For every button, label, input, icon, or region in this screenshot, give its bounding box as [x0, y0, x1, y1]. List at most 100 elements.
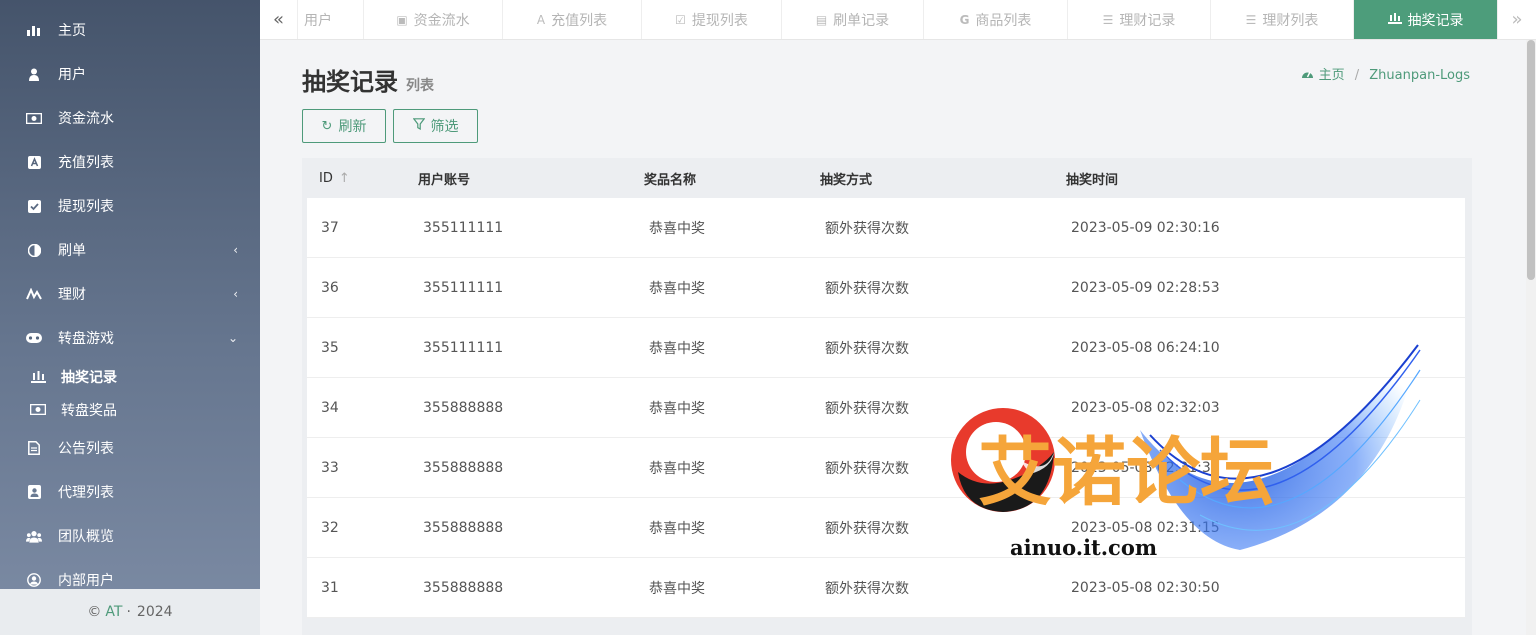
gamepad-icon	[26, 330, 42, 346]
page-title: 抽奖记录 列表	[302, 62, 434, 97]
sidebar-item-users[interactable]: 用户	[0, 52, 260, 96]
footer-year: 2024	[136, 604, 173, 620]
breadcrumb-separator: /	[1354, 68, 1360, 83]
tab-label: 用户	[304, 12, 332, 29]
tab-label: 理财记录	[1119, 12, 1176, 29]
tab-order-records[interactable]: ▤ 刷单记录	[782, 0, 924, 39]
cell-method: 额外获得次数	[825, 280, 909, 297]
tab-withdraw[interactable]: ☑ 提现列表	[642, 0, 782, 39]
table-row[interactable]: 36 355111111 恭喜中奖 额外获得次数 2023-05-09 02:2…	[307, 258, 1465, 318]
refresh-button[interactable]: ↻ 刷新	[302, 109, 386, 143]
tab-label: 理财列表	[1262, 12, 1319, 29]
tab-scroll-right-button[interactable]: »	[1498, 0, 1536, 39]
cell-prize: 恭喜中奖	[649, 580, 705, 597]
cell-account: 355888888	[423, 459, 504, 476]
table-row[interactable]: 34 355888888 恭喜中奖 额外获得次数 2023-05-08 02:3…	[307, 378, 1465, 438]
sidebar-item-orders[interactable]: 刷单 ‹	[0, 228, 260, 272]
tab-label: 提现列表	[691, 12, 748, 29]
sidebar-item-finance[interactable]: 理财 ‹	[0, 272, 260, 316]
tab-label: 资金流水	[413, 12, 470, 29]
chevron-left-icon: ‹	[233, 287, 238, 301]
column-header-id[interactable]: ID ↑	[302, 171, 418, 186]
sidebar-subitem-lottery-logs[interactable]: 抽奖记录	[0, 360, 260, 393]
bar-chart-icon	[26, 22, 42, 38]
tab-cashflow[interactable]: ▣ 资金流水	[364, 0, 503, 39]
sidebar-item-label: 公告列表	[58, 441, 114, 457]
list-icon: ☰	[1102, 12, 1114, 27]
table-row[interactable]: 32 355888888 恭喜中奖 额外获得次数 2023-05-08 02:3…	[307, 498, 1465, 558]
cell-time: 2023-05-08 06:24:10	[1071, 339, 1220, 356]
sidebar-item-team[interactable]: 团队概览	[0, 514, 260, 558]
user-circle-icon	[26, 572, 42, 588]
sort-arrow-icon: ↑	[338, 170, 350, 186]
cell-time: 2023-05-09 02:30:16	[1071, 219, 1220, 236]
cell-account: 355888888	[423, 519, 504, 536]
sidebar-item-label: 充值列表	[58, 155, 114, 171]
table-row[interactable]: 37 355111111 恭喜中奖 额外获得次数 2023-05-09 02:3…	[307, 198, 1465, 258]
footer-dot: ·	[126, 604, 131, 620]
cell-time: 2023-05-08 02:31:39	[1071, 459, 1220, 476]
table-row[interactable]: 31 355888888 恭喜中奖 额外获得次数 2023-05-08 02:3…	[307, 558, 1465, 618]
sidebar-item-label: 代理列表	[58, 485, 114, 501]
cell-account: 355111111	[423, 339, 504, 356]
column-header-account: 用户账号	[418, 172, 471, 188]
tab-scroll-left-button[interactable]: «	[260, 0, 298, 39]
tab-users[interactable]: 用户	[298, 0, 364, 39]
filter-button[interactable]: 筛选	[393, 109, 478, 143]
cell-method: 额外获得次数	[825, 460, 909, 477]
cell-method: 额外获得次数	[825, 580, 909, 597]
sidebar-subitem-label: 转盘奖品	[61, 402, 117, 419]
sidebar-subitem-wheel-prizes[interactable]: 转盘奖品	[0, 393, 260, 426]
double-chevron-right-icon: »	[1511, 9, 1523, 30]
tab-label: 刷单记录	[833, 12, 890, 29]
cell-prize: 恭喜中奖	[649, 340, 705, 357]
tab-lottery-logs[interactable]: 抽奖记录	[1354, 0, 1498, 39]
refresh-icon: ↻	[321, 118, 333, 134]
page-scrollbar[interactable]	[1526, 40, 1536, 635]
scrollbar-thumb[interactable]	[1527, 40, 1535, 280]
sidebar-item-label: 用户	[58, 67, 86, 83]
watermark-url: ainuo.it.com	[1010, 535, 1158, 560]
table-row[interactable]: 33 355888888 恭喜中奖 额外获得次数 2023-05-08 02:3…	[307, 438, 1465, 498]
cell-id: 33	[321, 459, 339, 476]
page-title-text: 抽奖记录	[302, 68, 398, 96]
breadcrumb-home-link[interactable]: 主页	[1319, 68, 1345, 83]
filter-label: 筛选	[430, 119, 459, 135]
chevron-left-icon: ‹	[233, 243, 238, 257]
sidebar-item-withdraw[interactable]: 提现列表	[0, 184, 260, 228]
sidebar-item-agents[interactable]: 代理列表	[0, 470, 260, 514]
cell-method: 额外获得次数	[825, 340, 909, 357]
sidebar-item-wheel-game[interactable]: 转盘游戏 ⌄	[0, 316, 260, 360]
footer-brand-link[interactable]: AT	[105, 604, 122, 620]
main-content: 抽奖记录列表 主页 / Zhuanpan-Logs ↻ 刷新 筛选 ID ↑	[260, 40, 1526, 635]
sidebar: 主页 用户 资金流水 充值列表 提现列表 刷单 ‹ 理财 ‹ 转盘游戏 ⌄ 抽奖…	[0, 0, 260, 635]
sidebar-item-label: 提现列表	[58, 199, 114, 215]
cell-time: 2023-05-09 02:28:53	[1071, 279, 1220, 296]
cell-prize: 恭喜中奖	[649, 220, 705, 237]
sidebar-item-home[interactable]: 主页	[0, 8, 260, 52]
finance-icon	[26, 286, 42, 302]
cell-prize: 恭喜中奖	[649, 520, 705, 537]
tab-finance-records[interactable]: ☰ 理财记录	[1068, 0, 1211, 39]
sidebar-item-notices[interactable]: 公告列表	[0, 426, 260, 470]
podium-icon	[1387, 12, 1402, 27]
sidebar-item-recharge[interactable]: 充值列表	[0, 140, 260, 184]
users-icon	[26, 528, 42, 544]
tab-finance-list[interactable]: ☰ 理财列表	[1211, 0, 1354, 39]
adjust-icon	[26, 242, 42, 258]
cell-time: 2023-05-08 02:31:15	[1071, 519, 1220, 536]
double-chevron-left-icon: «	[272, 9, 284, 30]
cell-time: 2023-05-08 02:32:03	[1071, 399, 1220, 416]
tab-products[interactable]: G 商品列表	[924, 0, 1068, 39]
tab-label: 抽奖记录	[1407, 12, 1464, 29]
table-header: ID ↑ 用户账号 奖品名称 抽奖方式 抽奖时间	[302, 158, 1472, 198]
sidebar-item-cashflow[interactable]: 资金流水	[0, 96, 260, 140]
cell-method: 额外获得次数	[825, 220, 909, 237]
tab-label: 充值列表	[551, 12, 608, 29]
check-square-icon	[26, 198, 42, 214]
sidebar-item-label: 团队概览	[58, 529, 114, 545]
tab-list: 用户 ▣ 资金流水 A 充值列表 ☑ 提现列表 ▤ 刷单记录 G 商品列表 ☰ …	[298, 0, 1498, 39]
table-row[interactable]: 35 355111111 恭喜中奖 额外获得次数 2023-05-08 06:2…	[307, 318, 1465, 378]
sidebar-item-label: 主页	[58, 23, 86, 39]
tab-recharge[interactable]: A 充值列表	[503, 0, 642, 39]
